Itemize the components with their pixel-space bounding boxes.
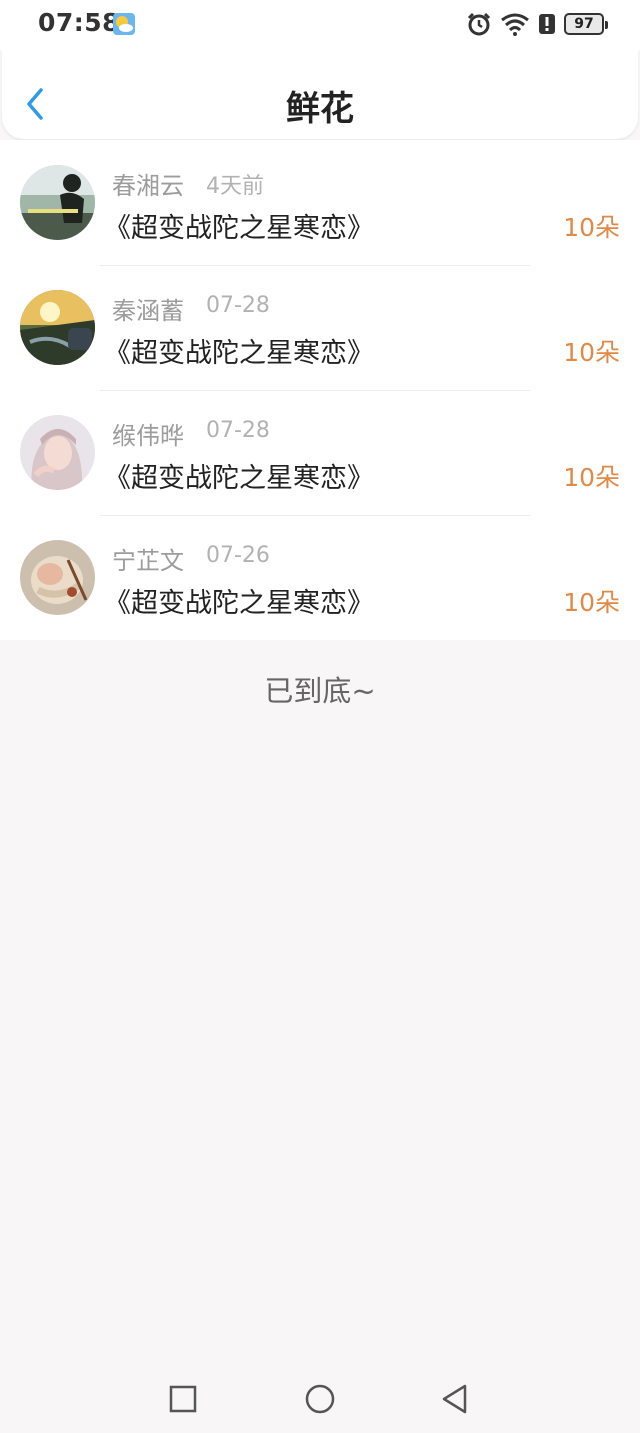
recent-apps-icon[interactable] <box>166 1382 200 1416</box>
end-of-list-text: 已到底~ <box>264 674 376 708</box>
list-item[interactable]: 宁芷文 07-26 《超变战陀之星寒恋》 10朵 <box>0 515 640 640</box>
avatar <box>20 540 95 615</box>
send-time: 07-28 <box>206 418 270 443</box>
battery-icon: 97 <box>564 13 608 35</box>
flower-count: 10朵 <box>563 588 620 617</box>
avatar <box>20 165 95 240</box>
status-icons: 97 <box>466 10 608 38</box>
avatar <box>20 290 95 365</box>
flower-count: 10朵 <box>563 213 620 242</box>
book-title: 《超变战陀之星寒恋》 <box>104 588 374 619</box>
status-time: 07:58 <box>38 8 121 37</box>
flower-count: 10朵 <box>563 338 620 367</box>
list-item[interactable]: 缑伟晔 07-28 《超变战陀之星寒恋》 10朵 <box>0 390 640 515</box>
send-time: 07-28 <box>206 293 270 318</box>
page-title: 鲜花 <box>286 89 354 129</box>
sender-name: 秦涵蓄 <box>112 297 184 325</box>
sender-name: 宁芷文 <box>112 547 184 575</box>
header: 鲜花 <box>2 50 638 139</box>
send-time: 07-26 <box>206 543 270 568</box>
weather-icon <box>113 13 135 35</box>
alert-icon <box>539 14 555 34</box>
book-title: 《超变战陀之星寒恋》 <box>104 213 374 244</box>
navigation-bar <box>0 1360 640 1433</box>
flower-list: 春湘云 4天前 《超变战陀之星寒恋》 10朵 秦涵蓄 07-28 《超变战陀之星… <box>0 140 640 640</box>
sender-name: 缑伟晔 <box>112 422 184 450</box>
sender-name: 春湘云 <box>112 172 184 200</box>
book-title: 《超变战陀之星寒恋》 <box>104 338 374 369</box>
avatar <box>20 415 95 490</box>
back-icon[interactable] <box>438 1382 472 1416</box>
list-item[interactable]: 秦涵蓄 07-28 《超变战陀之星寒恋》 10朵 <box>0 265 640 390</box>
send-time: 4天前 <box>206 174 264 199</box>
status-bar: 07:58 97 <box>0 0 640 50</box>
list-item[interactable]: 春湘云 4天前 《超变战陀之星寒恋》 10朵 <box>0 140 640 265</box>
alarm-icon <box>467 12 491 36</box>
flower-count: 10朵 <box>563 463 620 492</box>
wifi-icon <box>501 13 529 36</box>
home-icon[interactable] <box>303 1382 337 1416</box>
book-title: 《超变战陀之星寒恋》 <box>104 463 374 494</box>
